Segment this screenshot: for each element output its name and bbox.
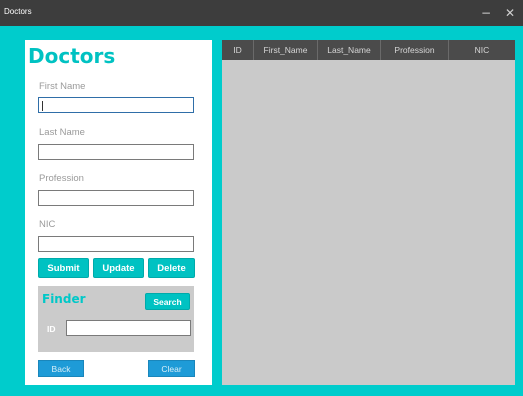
back-button[interactable]: Back (38, 360, 84, 377)
minimize-icon[interactable]: − (474, 1, 498, 25)
text-caret (42, 101, 43, 111)
column-header-last-name[interactable]: Last_Name (318, 40, 381, 60)
column-header-id[interactable]: ID (222, 40, 254, 60)
search-button[interactable]: Search (145, 293, 190, 310)
submit-button[interactable]: Submit (38, 258, 89, 278)
first-name-label: First Name (39, 81, 86, 92)
title-bar[interactable]: Doctors − ✕ (0, 0, 523, 26)
doctors-window: Doctors − ✕ Doctors First Name Last Name… (0, 0, 523, 396)
window-title: Doctors (4, 7, 32, 16)
id-label: ID (47, 324, 56, 334)
finder-title: Finder (42, 292, 86, 306)
nic-input[interactable] (38, 236, 194, 252)
page-title: Doctors (28, 44, 116, 68)
doctors-table[interactable]: ID First_Name Last_Name Profession NIC (222, 40, 515, 385)
first-name-input[interactable] (38, 97, 194, 113)
last-name-label: Last Name (39, 127, 85, 138)
finder-box: Finder Search ID (38, 286, 194, 352)
last-name-input[interactable] (38, 144, 194, 160)
close-icon[interactable]: ✕ (498, 1, 522, 25)
table-header: ID First_Name Last_Name Profession NIC (222, 40, 515, 60)
delete-button[interactable]: Delete (148, 258, 195, 278)
doctor-form-panel: Doctors First Name Last Name Profession … (25, 40, 212, 385)
column-header-nic[interactable]: NIC (449, 40, 515, 60)
column-header-profession[interactable]: Profession (381, 40, 449, 60)
update-button[interactable]: Update (93, 258, 144, 278)
id-search-input[interactable] (66, 320, 191, 336)
clear-button[interactable]: Clear (148, 360, 195, 377)
profession-input[interactable] (38, 190, 194, 206)
column-header-first-name[interactable]: First_Name (254, 40, 318, 60)
nic-label: NIC (39, 219, 56, 230)
profession-label: Profession (39, 173, 84, 184)
